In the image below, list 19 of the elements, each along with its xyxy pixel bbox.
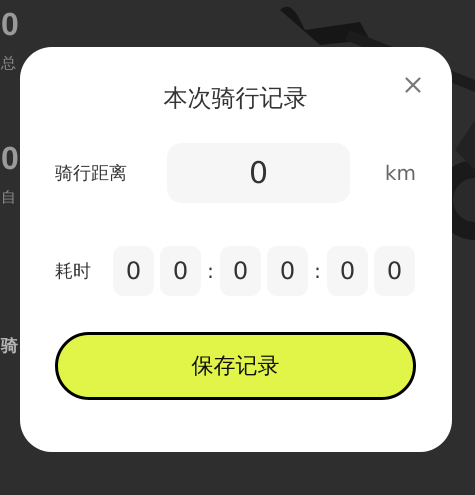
stat-label: 自 [1, 188, 16, 206]
dialog-title: 本次骑行记录 [162, 83, 308, 113]
time-separator: : [313, 259, 322, 283]
distance-field[interactable]: 0 [167, 143, 350, 203]
time-separator: : [206, 259, 215, 283]
stat-value: 0 [1, 142, 19, 174]
digit-field[interactable]: 0 [160, 246, 201, 296]
stat-label: 总 [1, 54, 16, 72]
digit-field[interactable]: 0 [374, 246, 415, 296]
digit-field[interactable]: 0 [267, 246, 308, 296]
digit-field[interactable]: 0 [220, 246, 261, 296]
unit-label: km [384, 161, 416, 185]
section-title: 骑 [1, 336, 18, 356]
stat-value: 0 [1, 8, 19, 40]
save-button[interactable]: 保存记录 [55, 332, 416, 400]
field-label: 耗时 [55, 260, 91, 283]
digit-field[interactable]: 0 [113, 246, 154, 296]
field-label: 骑行距离 [55, 162, 127, 185]
digit-field[interactable]: 0 [327, 246, 368, 296]
